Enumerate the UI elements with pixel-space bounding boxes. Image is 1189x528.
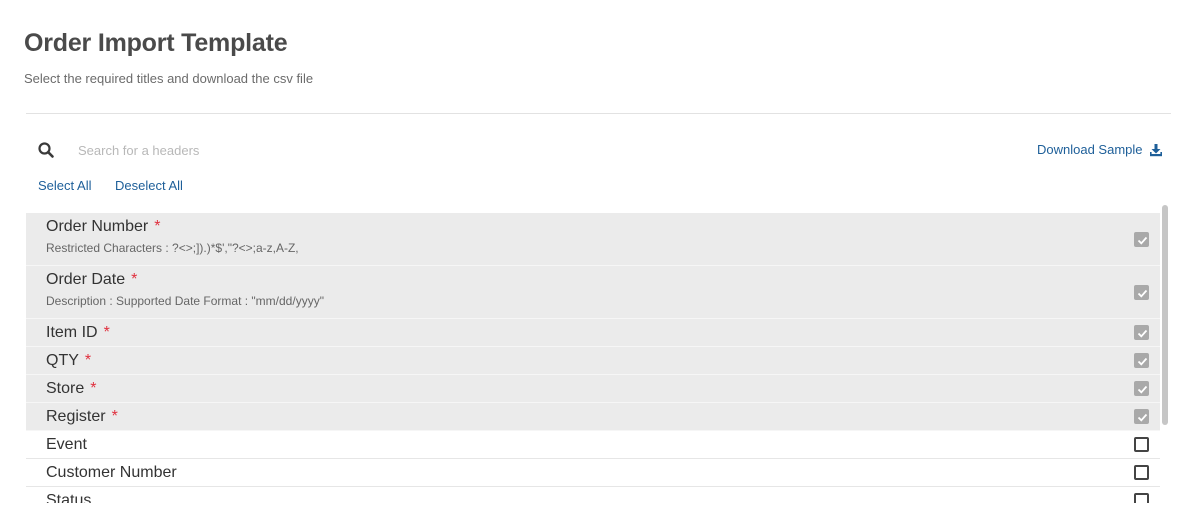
field-description: Description : Supported Date Format : "m… xyxy=(46,294,324,308)
page-title: Order Import Template xyxy=(24,29,288,57)
field-row-register: Register * xyxy=(26,403,1160,431)
list-scrollbar[interactable] xyxy=(1162,205,1168,425)
field-title: QTY * xyxy=(46,352,92,369)
download-sample-link[interactable]: Download Sample xyxy=(1037,142,1163,157)
field-row-item-id: Item ID * xyxy=(26,319,1160,347)
field-row-qty: QTY * xyxy=(26,347,1160,375)
field-title: Status xyxy=(46,492,92,503)
required-star: * xyxy=(154,218,161,235)
field-title: Store * xyxy=(46,380,97,397)
field-row-status: Status xyxy=(26,487,1160,503)
field-row-store: Store * xyxy=(26,375,1160,403)
field-title: Event xyxy=(46,436,87,453)
header-divider xyxy=(26,113,1171,114)
field-title: Register * xyxy=(46,408,118,425)
header-field-list: Order Number * Restricted Characters : ?<… xyxy=(26,213,1160,503)
deselect-all-link[interactable]: Deselect All xyxy=(115,178,183,193)
required-star: * xyxy=(84,352,92,369)
required-star: * xyxy=(103,324,110,341)
select-all-link[interactable]: Select All xyxy=(38,178,91,193)
field-title: Customer Number xyxy=(46,464,177,481)
field-row-order-date: Order Date * Description : Supported Date… xyxy=(26,266,1160,319)
download-sample-label: Download Sample xyxy=(1037,142,1143,157)
field-title: Item ID * xyxy=(46,324,110,341)
field-checkbox[interactable] xyxy=(1134,285,1149,300)
download-icon xyxy=(1149,143,1163,157)
field-checkbox[interactable] xyxy=(1134,493,1149,503)
field-row-event: Event xyxy=(26,431,1160,459)
field-checkbox[interactable] xyxy=(1134,465,1149,480)
required-star: * xyxy=(90,380,97,397)
field-checkbox[interactable] xyxy=(1134,232,1149,247)
field-checkbox[interactable] xyxy=(1134,381,1149,396)
field-checkbox[interactable] xyxy=(1134,325,1149,340)
field-checkbox[interactable] xyxy=(1134,353,1149,368)
field-checkbox[interactable] xyxy=(1134,409,1149,424)
field-checkbox[interactable] xyxy=(1134,437,1149,452)
search-input[interactable] xyxy=(70,138,670,162)
field-description: Restricted Characters : ?<>;]).)*$',"?<>… xyxy=(46,241,299,255)
required-star: * xyxy=(131,271,138,288)
field-title: Order Date * xyxy=(46,271,138,288)
search-icon xyxy=(37,141,55,159)
field-row-customer-number: Customer Number xyxy=(26,459,1160,487)
field-row-order-number: Order Number * Restricted Characters : ?<… xyxy=(26,213,1160,266)
page-subtitle: Select the required titles and download … xyxy=(24,71,314,86)
required-star: * xyxy=(111,408,118,425)
field-title: Order Number * xyxy=(46,218,161,235)
